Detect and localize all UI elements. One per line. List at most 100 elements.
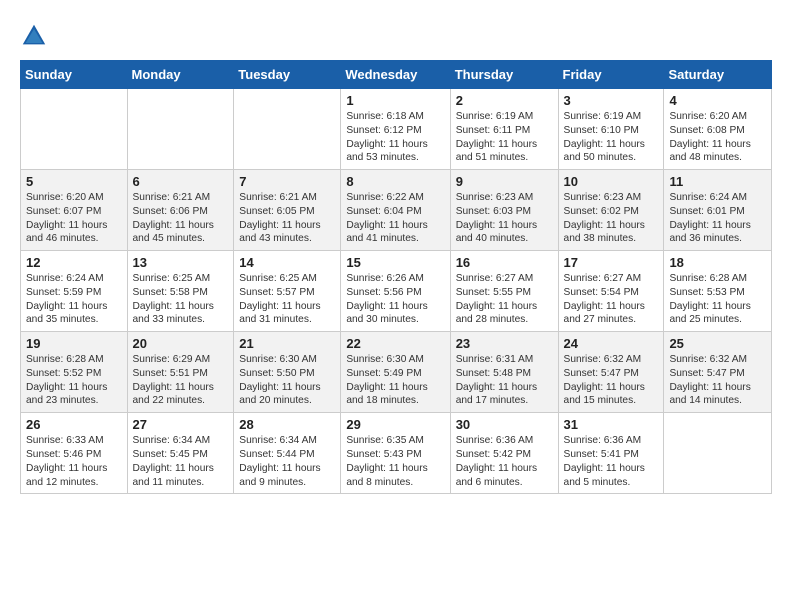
day-number: 12: [26, 255, 122, 270]
day-info: Sunrise: 6:20 AM Sunset: 6:08 PM Dayligh…: [669, 110, 766, 165]
day-info: Sunrise: 6:23 AM Sunset: 6:02 PM Dayligh…: [564, 191, 659, 246]
day-number: 10: [564, 174, 659, 189]
calendar-cell: 5 Sunrise: 6:20 AM Sunset: 6:07 PM Daylig…: [21, 170, 128, 251]
day-number: 20: [133, 336, 229, 351]
day-of-week-header: Tuesday: [234, 61, 341, 89]
day-number: 16: [456, 255, 553, 270]
day-info: Sunrise: 6:25 AM Sunset: 5:58 PM Dayligh…: [133, 272, 229, 327]
calendar-cell: 28 Sunrise: 6:34 AM Sunset: 5:44 PM Dayli…: [234, 413, 341, 494]
calendar-week-row: 19 Sunrise: 6:28 AM Sunset: 5:52 PM Dayli…: [21, 332, 772, 413]
day-number: 6: [133, 174, 229, 189]
day-number: 14: [239, 255, 335, 270]
day-info: Sunrise: 6:18 AM Sunset: 6:12 PM Dayligh…: [346, 110, 444, 165]
day-number: 7: [239, 174, 335, 189]
calendar-cell: 4 Sunrise: 6:20 AM Sunset: 6:08 PM Daylig…: [664, 89, 772, 170]
day-of-week-header: Saturday: [664, 61, 772, 89]
day-number: 9: [456, 174, 553, 189]
calendar-cell: 14 Sunrise: 6:25 AM Sunset: 5:57 PM Dayli…: [234, 251, 341, 332]
day-info: Sunrise: 6:36 AM Sunset: 5:41 PM Dayligh…: [564, 434, 659, 489]
calendar-cell: 6Sunrise: 6:21 AM Sunset: 6:06 PM Daylig…: [127, 170, 234, 251]
calendar-week-row: 5 Sunrise: 6:20 AM Sunset: 6:07 PM Daylig…: [21, 170, 772, 251]
day-number: 22: [346, 336, 444, 351]
calendar-cell: 26 Sunrise: 6:33 AM Sunset: 5:46 PM Dayli…: [21, 413, 128, 494]
day-number: 2: [456, 93, 553, 108]
day-info: Sunrise: 6:22 AM Sunset: 6:04 PM Dayligh…: [346, 191, 444, 246]
day-of-week-header: Friday: [558, 61, 664, 89]
day-number: 25: [669, 336, 766, 351]
calendar-week-row: 26 Sunrise: 6:33 AM Sunset: 5:46 PM Dayli…: [21, 413, 772, 494]
day-of-week-header: Thursday: [450, 61, 558, 89]
day-number: 4: [669, 93, 766, 108]
day-number: 17: [564, 255, 659, 270]
day-number: 23: [456, 336, 553, 351]
logo-icon: [20, 22, 48, 50]
calendar: SundayMondayTuesdayWednesdayThursdayFrid…: [20, 60, 772, 494]
day-number: 26: [26, 417, 122, 432]
day-info: Sunrise: 6:34 AM Sunset: 5:44 PM Dayligh…: [239, 434, 335, 489]
page: SundayMondayTuesdayWednesdayThursdayFrid…: [0, 0, 792, 512]
day-number: 11: [669, 174, 766, 189]
calendar-cell: 2Sunrise: 6:19 AM Sunset: 6:11 PM Daylig…: [450, 89, 558, 170]
calendar-cell: 29 Sunrise: 6:35 AM Sunset: 5:43 PM Dayli…: [341, 413, 450, 494]
calendar-week-row: 12 Sunrise: 6:24 AM Sunset: 5:59 PM Dayli…: [21, 251, 772, 332]
calendar-cell: 11Sunrise: 6:24 AM Sunset: 6:01 PM Dayli…: [664, 170, 772, 251]
day-number: 3: [564, 93, 659, 108]
day-info: Sunrise: 6:28 AM Sunset: 5:52 PM Dayligh…: [26, 353, 122, 408]
day-number: 19: [26, 336, 122, 351]
day-info: Sunrise: 6:32 AM Sunset: 5:47 PM Dayligh…: [564, 353, 659, 408]
day-info: Sunrise: 6:31 AM Sunset: 5:48 PM Dayligh…: [456, 353, 553, 408]
day-number: 1: [346, 93, 444, 108]
day-info: Sunrise: 6:23 AM Sunset: 6:03 PM Dayligh…: [456, 191, 553, 246]
calendar-cell: 19 Sunrise: 6:28 AM Sunset: 5:52 PM Dayli…: [21, 332, 128, 413]
calendar-cell: 22 Sunrise: 6:30 AM Sunset: 5:49 PM Dayli…: [341, 332, 450, 413]
day-info: Sunrise: 6:29 AM Sunset: 5:51 PM Dayligh…: [133, 353, 229, 408]
day-number: 5: [26, 174, 122, 189]
day-number: 28: [239, 417, 335, 432]
day-info: Sunrise: 6:27 AM Sunset: 5:55 PM Dayligh…: [456, 272, 553, 327]
header: [20, 18, 772, 50]
calendar-cell: 13 Sunrise: 6:25 AM Sunset: 5:58 PM Dayli…: [127, 251, 234, 332]
calendar-cell: 15 Sunrise: 6:26 AM Sunset: 5:56 PM Dayli…: [341, 251, 450, 332]
day-info: Sunrise: 6:35 AM Sunset: 5:43 PM Dayligh…: [346, 434, 444, 489]
day-info: Sunrise: 6:32 AM Sunset: 5:47 PM Dayligh…: [669, 353, 766, 408]
logo: [20, 22, 52, 50]
day-info: Sunrise: 6:27 AM Sunset: 5:54 PM Dayligh…: [564, 272, 659, 327]
calendar-cell: [664, 413, 772, 494]
day-info: Sunrise: 6:26 AM Sunset: 5:56 PM Dayligh…: [346, 272, 444, 327]
day-number: 21: [239, 336, 335, 351]
calendar-cell: 16 Sunrise: 6:27 AM Sunset: 5:55 PM Dayli…: [450, 251, 558, 332]
calendar-cell: 9 Sunrise: 6:23 AM Sunset: 6:03 PM Daylig…: [450, 170, 558, 251]
day-number: 29: [346, 417, 444, 432]
day-number: 15: [346, 255, 444, 270]
day-info: Sunrise: 6:21 AM Sunset: 6:05 PM Dayligh…: [239, 191, 335, 246]
calendar-cell: 21 Sunrise: 6:30 AM Sunset: 5:50 PM Dayli…: [234, 332, 341, 413]
calendar-week-row: 1 Sunrise: 6:18 AM Sunset: 6:12 PM Daylig…: [21, 89, 772, 170]
day-number: 18: [669, 255, 766, 270]
day-number: 13: [133, 255, 229, 270]
calendar-cell: 24Sunrise: 6:32 AM Sunset: 5:47 PM Dayli…: [558, 332, 664, 413]
day-of-week-header: Wednesday: [341, 61, 450, 89]
day-number: 27: [133, 417, 229, 432]
day-info: Sunrise: 6:25 AM Sunset: 5:57 PM Dayligh…: [239, 272, 335, 327]
calendar-cell: 3 Sunrise: 6:19 AM Sunset: 6:10 PM Daylig…: [558, 89, 664, 170]
calendar-cell: 12 Sunrise: 6:24 AM Sunset: 5:59 PM Dayli…: [21, 251, 128, 332]
day-info: Sunrise: 6:28 AM Sunset: 5:53 PM Dayligh…: [669, 272, 766, 327]
calendar-cell: 7 Sunrise: 6:21 AM Sunset: 6:05 PM Daylig…: [234, 170, 341, 251]
day-info: Sunrise: 6:30 AM Sunset: 5:49 PM Dayligh…: [346, 353, 444, 408]
calendar-cell: [127, 89, 234, 170]
calendar-cell: 23 Sunrise: 6:31 AM Sunset: 5:48 PM Dayli…: [450, 332, 558, 413]
day-info: Sunrise: 6:33 AM Sunset: 5:46 PM Dayligh…: [26, 434, 122, 489]
day-number: 31: [564, 417, 659, 432]
day-of-week-header: Sunday: [21, 61, 128, 89]
calendar-header-row: SundayMondayTuesdayWednesdayThursdayFrid…: [21, 61, 772, 89]
calendar-cell: 25 Sunrise: 6:32 AM Sunset: 5:47 PM Dayli…: [664, 332, 772, 413]
day-info: Sunrise: 6:20 AM Sunset: 6:07 PM Dayligh…: [26, 191, 122, 246]
calendar-cell: 10 Sunrise: 6:23 AM Sunset: 6:02 PM Dayli…: [558, 170, 664, 251]
day-info: Sunrise: 6:24 AM Sunset: 5:59 PM Dayligh…: [26, 272, 122, 327]
day-number: 30: [456, 417, 553, 432]
calendar-cell: 31 Sunrise: 6:36 AM Sunset: 5:41 PM Dayli…: [558, 413, 664, 494]
day-info: Sunrise: 6:19 AM Sunset: 6:10 PM Dayligh…: [564, 110, 659, 165]
day-info: Sunrise: 6:30 AM Sunset: 5:50 PM Dayligh…: [239, 353, 335, 408]
calendar-cell: 30Sunrise: 6:36 AM Sunset: 5:42 PM Dayli…: [450, 413, 558, 494]
calendar-cell: 1 Sunrise: 6:18 AM Sunset: 6:12 PM Daylig…: [341, 89, 450, 170]
